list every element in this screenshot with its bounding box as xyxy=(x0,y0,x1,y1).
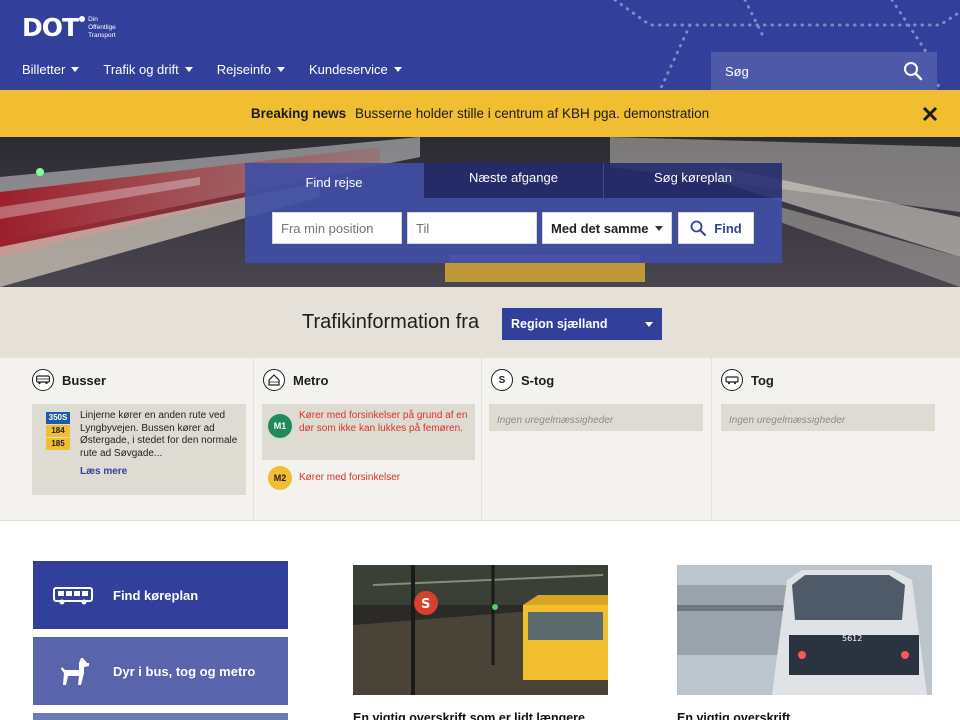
search-icon xyxy=(690,220,707,236)
nav-item-rejseinfo[interactable]: Rejseinfo xyxy=(217,62,285,77)
nav-label: Trafik og drift xyxy=(103,62,179,77)
nav-label: Rejseinfo xyxy=(216,62,271,77)
busser-header: Busser xyxy=(32,369,106,391)
nav-item-kundeservice[interactable]: Kundeservice xyxy=(309,62,402,77)
find-koereplan-label: Find køreplan xyxy=(113,587,199,603)
time-select-value: Med det samme xyxy=(551,220,649,236)
bus-line-badges: 350S 184 185 xyxy=(46,412,70,451)
column-divider xyxy=(253,358,254,521)
train-icon xyxy=(721,369,743,391)
nav-label: Billetter xyxy=(22,62,66,77)
logo-tagline-line: Din xyxy=(88,16,98,23)
logo-dot xyxy=(79,16,86,22)
close-icon[interactable] xyxy=(922,106,938,122)
m1-notice-text: Kører med forsinkelser på grund af en dø… xyxy=(299,410,468,434)
chevron-down-icon xyxy=(71,67,80,72)
chevron-down-icon xyxy=(393,67,402,72)
traffic-info-header xyxy=(0,287,960,358)
chevron-down-icon xyxy=(184,67,193,72)
news-image-bus[interactable]: S xyxy=(353,565,608,695)
bus-notice-card: 350S 184 185 Linjerne kører en anden rut… xyxy=(32,404,246,495)
metro-title: Metro xyxy=(293,372,329,388)
s-tog-title: S-tog xyxy=(521,372,555,388)
find-koereplan-button[interactable]: Find køreplan xyxy=(33,561,288,629)
dot-logo[interactable]: DOT Din Offentlige Transport xyxy=(22,14,116,42)
s-train-icon: S xyxy=(491,369,513,391)
read-more-link[interactable]: Læs mere xyxy=(80,466,127,477)
news-image-train[interactable]: 5612 xyxy=(677,565,932,695)
logo-tagline: Din Offentlige Transport xyxy=(88,16,116,40)
time-select[interactable]: Med det samme xyxy=(542,212,672,244)
s-tog-header: S S-tog xyxy=(491,369,554,391)
tab-soeg-koereplan[interactable]: Søg køreplan xyxy=(603,163,782,198)
tog-notice: Ingen uregelmæssigheder xyxy=(721,404,935,431)
news-headline[interactable]: En vigtig overskrift xyxy=(677,711,790,720)
metro-header: Metro xyxy=(263,369,328,391)
breaking-news-bar: Breaking news Busserne holder stille i c… xyxy=(0,90,960,137)
find-button[interactable]: Find xyxy=(678,212,754,244)
find-button-label: Find xyxy=(714,220,742,236)
m2-notice-text: Kører med forsinkelser xyxy=(299,472,401,483)
tab-naeste-afgange[interactable]: Næste afgange xyxy=(423,163,603,198)
logo-tagline-line: Offentlige xyxy=(88,24,116,31)
planner-form: Med det samme Find xyxy=(245,198,782,263)
metro-icon xyxy=(263,369,285,391)
planner-tabs: Find rejse Næste afgange Søg køreplan xyxy=(245,163,782,198)
from-input[interactable] xyxy=(272,212,402,244)
to-input[interactable] xyxy=(407,212,537,244)
breaking-news-label: Breaking news xyxy=(250,106,347,121)
dyr-i-bus-button[interactable]: Dyr i bus, tog og metro xyxy=(33,637,288,705)
svg-text:5612: 5612 xyxy=(842,634,862,643)
journey-planner: Find rejse Næste afgange Søg køreplan Me… xyxy=(245,163,782,263)
s-tog-status: Ingen uregelmæssigheder xyxy=(497,415,614,426)
region-select[interactable]: Region sjælland xyxy=(502,308,662,340)
m1-line-badge: M1 xyxy=(268,414,292,438)
nav-item-trafik[interactable]: Trafik og drift xyxy=(103,62,193,77)
bus-notice-text: Linjerne kører en anden rute ved Lyngbyv… xyxy=(80,410,238,459)
tog-title: Tog xyxy=(751,372,774,388)
news-headline[interactable]: En vigtig overskrift som er lidt længere xyxy=(353,711,585,720)
s-tog-notice: Ingen uregelmæssigheder xyxy=(489,404,703,431)
breaking-news-text: Breaking news Busserne holder stille i c… xyxy=(0,106,960,121)
site-search xyxy=(711,52,937,90)
chevron-down-icon xyxy=(655,225,663,231)
metro-m1-card: M1 Kører med forsinkelser på grund af en… xyxy=(262,404,475,460)
tog-header: Tog xyxy=(721,369,774,391)
top-header: DOT Din Offentlige Transport Billetter T… xyxy=(0,0,960,90)
chevron-down-icon xyxy=(645,321,653,327)
nav-label: Kundeservice xyxy=(308,62,388,77)
region-select-value: Region sjælland xyxy=(511,317,608,331)
tab-find-rejse[interactable]: Find rejse xyxy=(245,163,423,198)
logo-tagline-line: Transport xyxy=(88,32,116,39)
dyr-i-bus-label: Dyr i bus, tog og metro xyxy=(113,663,256,679)
search-input[interactable] xyxy=(725,63,895,79)
breaking-news-message[interactable]: Busserne holder stille i centrum af KBH … xyxy=(355,106,709,121)
bus-line-badge: 185 xyxy=(46,438,70,450)
bus-icon xyxy=(53,587,93,605)
nav-item-billetter[interactable]: Billetter xyxy=(22,62,80,77)
svg-text:S: S xyxy=(421,597,430,612)
bus-line-badge: 350S xyxy=(46,412,70,424)
traffic-info-title: Trafikinformation fra xyxy=(302,311,480,333)
column-divider xyxy=(711,358,712,521)
m2-line-badge: M2 xyxy=(268,466,292,490)
search-icon[interactable] xyxy=(903,61,923,81)
bus-line-badge: 184 xyxy=(46,425,70,437)
quick-link-button[interactable] xyxy=(33,713,288,720)
logo-wordmark: DOT xyxy=(22,13,79,42)
column-divider xyxy=(481,358,482,521)
chevron-down-icon xyxy=(276,67,285,72)
main-nav: Billetter Trafik og drift Rejseinfo Kund… xyxy=(22,62,426,77)
dog-icon xyxy=(61,658,89,685)
tog-status: Ingen uregelmæssigheder xyxy=(729,415,846,426)
busser-title: Busser xyxy=(62,372,107,388)
bus-icon xyxy=(32,369,54,391)
